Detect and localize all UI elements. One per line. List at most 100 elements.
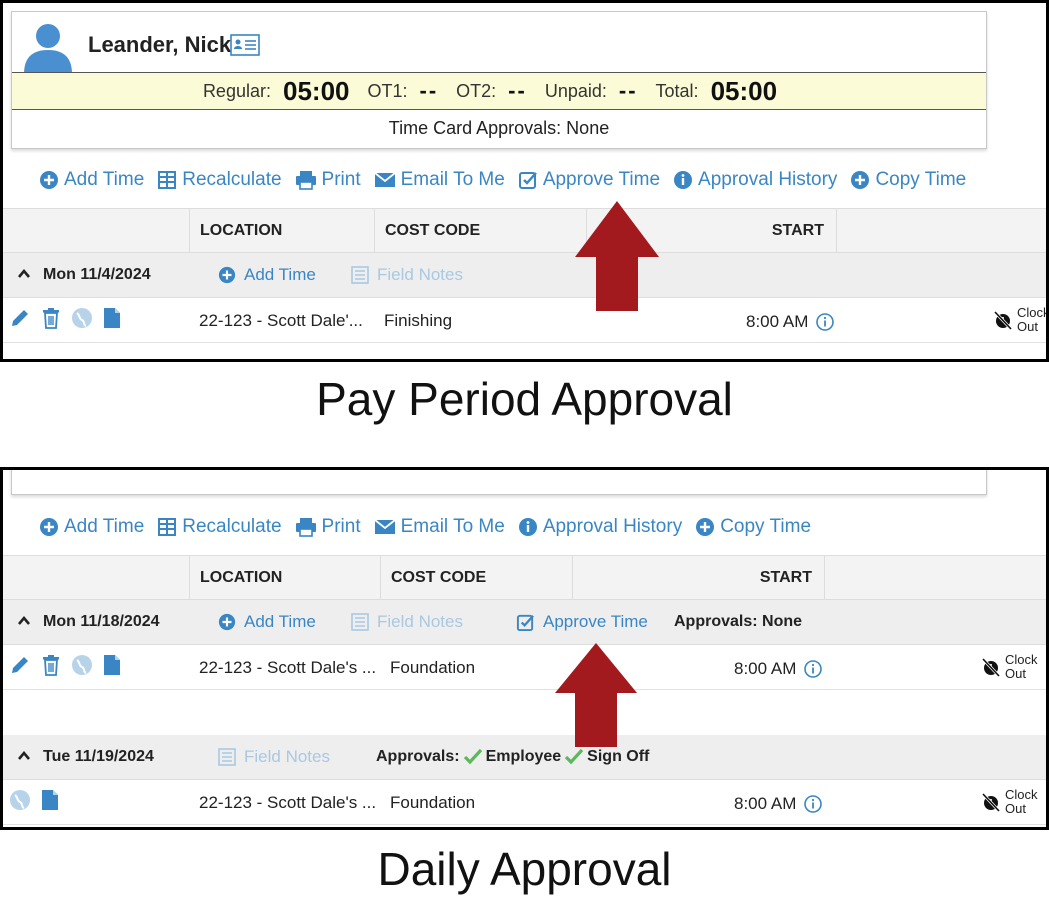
entry-start: 8:00 AM [734,794,823,814]
notes-icon [351,613,369,631]
day-add-time-button[interactable]: Add Time [218,612,316,632]
column-cost-code[interactable]: COST CODE [374,209,586,252]
day-field-notes-button[interactable]: Field Notes [218,747,330,767]
add-time-label: Add Time [64,516,145,537]
time-entry-row[interactable]: 22-123 - Scott Dale'... Finishing 8:00 A… [3,298,1046,343]
print-button[interactable]: Print [295,169,361,191]
approval-signoff: Sign Off [587,748,650,765]
approve-time-label: Approve Time [542,169,661,190]
globe-icon[interactable] [71,654,93,676]
calculator-icon [158,518,177,536]
approval-history-button[interactable]: Approval History [673,169,837,191]
approval-history-label: Approval History [542,516,683,537]
chevron-up-icon[interactable] [17,749,31,763]
column-location[interactable]: LOCATION [189,209,374,252]
recalculate-button[interactable]: Recalculate [157,516,282,538]
day-date: Mon 11/4/2024 [43,266,151,283]
recalculate-label: Recalculate [182,169,282,190]
pencil-icon[interactable] [9,654,31,676]
plus-circle-icon [696,518,715,536]
id-card-icon[interactable] [230,34,260,56]
column-start[interactable]: START [572,556,824,599]
hours-summary: Regular: 05:00 OT1: -- OT2: -- Unpaid: -… [12,72,986,110]
print-button[interactable]: Print [295,516,361,538]
entry-start: 8:00 AM [734,659,823,679]
chevron-up-icon[interactable] [17,614,31,628]
chevron-up-icon[interactable] [17,267,31,281]
entry-location: 22-123 - Scott Dale's ... [199,793,377,812]
daily-approval-screenshot: Add Time Recalculate Print Email To Me A… [0,467,1049,830]
add-time-button[interactable]: Add Time [39,516,144,538]
entry-start: 8:00 AM [746,312,835,332]
approval-history-button[interactable]: Approval History [518,516,682,538]
globe-icon[interactable] [9,789,31,811]
day-row: Tue 11/19/2024 Field Notes Approvals: Em… [3,735,1046,780]
day-approvals-status: Approvals: Employee Sign Off [376,748,649,766]
column-empty [836,209,1046,252]
column-location[interactable]: LOCATION [189,556,380,599]
day-field-notes-button[interactable]: Field Notes [351,265,463,285]
approve-time-button[interactable]: Approve Time [518,169,660,191]
envelope-icon [374,172,396,187]
entry-actions [9,789,59,811]
time-card-toolbar: Add Time Recalculate Print Email To Me A… [39,516,824,538]
column-cost-code[interactable]: COST CODE [380,556,572,599]
check-square-icon [516,614,534,631]
recalculate-button[interactable]: Recalculate [157,169,282,191]
plus-circle-icon [218,266,236,284]
pencil-icon[interactable] [9,307,31,329]
time-entry-row[interactable]: 22-123 - Scott Dale's ... Foundation 8:0… [3,645,1046,690]
unpaid-label: Unpaid: [544,80,607,101]
info-icon[interactable] [804,795,823,813]
time-entry-row[interactable]: 22-123 - Scott Dale's ... Foundation 8:0… [3,780,1046,825]
globe-icon[interactable] [71,307,93,329]
clock-out-button[interactable]: Clock Out [993,306,1046,334]
grid-header: LOCATION COST CODE START [3,208,1046,253]
trash-icon[interactable] [41,654,61,676]
checkmark-icon [463,748,482,765]
print-label: Print [321,169,361,190]
pay-period-approval-screenshot: Leander, Nick Regular: 05:00 OT1: -- OT2… [0,0,1049,362]
info-icon[interactable] [804,660,823,678]
day-add-time-label: Add Time [244,265,316,284]
document-icon[interactable] [41,789,59,811]
clock-out-button[interactable]: Clock Out [981,653,1038,681]
day-row: Mon 11/18/2024 Add Time Field Notes Appr… [3,600,1046,645]
day-approve-time-button[interactable]: Approve Time [516,612,648,632]
copy-time-button[interactable]: Copy Time [695,516,811,538]
day-add-time-button[interactable]: Add Time [218,265,316,285]
entry-location: 22-123 - Scott Dale'... [199,311,363,330]
trash-icon[interactable] [41,307,61,329]
email-to-me-button[interactable]: Email To Me [374,516,505,538]
employee-card-bottom [11,470,987,495]
copy-time-button[interactable]: Copy Time [850,169,966,191]
email-to-me-button[interactable]: Email To Me [374,169,505,191]
email-to-me-label: Email To Me [400,169,505,190]
day-approvals-status: Approvals: None [674,613,803,630]
add-time-label: Add Time [64,169,145,190]
caption-daily-approval: Daily Approval [377,843,672,895]
grid-header: LOCATION COST CODE START [3,555,1046,600]
clock-out-label: Clock Out [1005,652,1038,681]
clock-out-button[interactable]: Clock Out [981,788,1038,816]
day-date: Tue 11/19/2024 [43,748,154,765]
printer-icon [295,518,316,537]
document-icon[interactable] [103,654,121,676]
red-up-arrow [575,201,659,311]
time-card-approvals: Time Card Approvals: None [388,118,610,138]
regular-label: Regular: [202,80,271,101]
day-field-notes-button[interactable]: Field Notes [351,612,463,632]
check-square-icon [518,172,537,189]
approvals-label: Approvals: [376,748,460,765]
envelope-icon [374,519,396,534]
day-add-time-label: Add Time [244,612,316,631]
recalculate-label: Recalculate [182,516,282,537]
clock-off-icon [981,792,1001,812]
document-icon[interactable] [103,307,121,329]
spacer-row [3,690,1046,735]
add-time-button[interactable]: Add Time [39,169,144,191]
info-icon[interactable] [816,313,835,331]
red-up-arrow [555,643,637,747]
regular-value: 05:00 [282,75,350,106]
total-label: Total: [655,80,699,101]
